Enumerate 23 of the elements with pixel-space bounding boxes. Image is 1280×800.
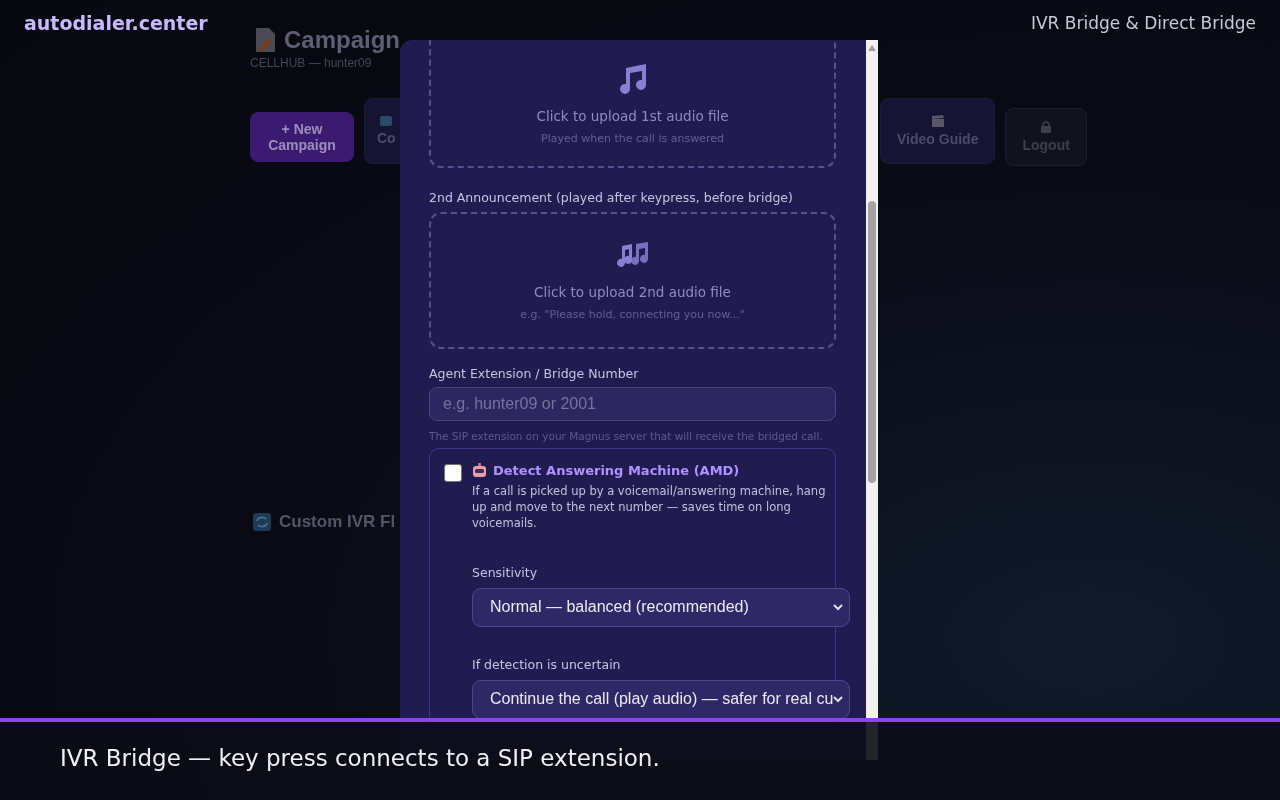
upload-title: Click to upload 1st audio file bbox=[536, 108, 729, 125]
section-title: Custom IVR Fl bbox=[279, 512, 396, 532]
brand-name: autodialer.center bbox=[24, 12, 208, 34]
field-label: If detection is uncertain bbox=[472, 657, 622, 672]
caption-text: IVR Bridge — key press connects to a SIP extension. bbox=[60, 745, 660, 771]
account-subtitle: CELLHUB — hunter09 bbox=[250, 56, 373, 70]
upload-hint: Played when the call is answered bbox=[541, 132, 724, 146]
video-topic: IVR Bridge & Direct Bridge bbox=[1030, 13, 1256, 33]
upload-title: Click to upload 2nd audio file bbox=[534, 283, 731, 300]
amd-title: Detect Answering Machine (AMD) bbox=[493, 463, 740, 478]
page-title: Campaign bbox=[284, 26, 400, 54]
field-label: Agent Extension / Bridge Number bbox=[429, 365, 640, 381]
amd-description: If a call is picked up by a voicemail/answering machine, hang up and move to the next number — saves time on long voicemails. bbox=[472, 483, 827, 531]
field-label: Sensitivity bbox=[472, 565, 539, 580]
extension-input[interactable]: e.g. hunter09 or 2001 bbox=[429, 386, 836, 421]
dropdown-select[interactable]: Normal — balanced (recommended) bbox=[472, 588, 851, 627]
dropdown-select[interactable]: Continue the call (play audio) — safer for real cu bbox=[472, 680, 851, 719]
upload-hint: e.g. "Please hold, connecting you now..." bbox=[520, 307, 745, 321]
new-campaign-button[interactable]: + New Campaign bbox=[250, 112, 354, 162]
field-label: 2nd Announcement (played after keypress, before bridge) bbox=[429, 189, 794, 205]
upload-dropzone[interactable]: Click to upload 2nd audio file e.g. "Please hold, connecting you now..." bbox=[429, 211, 836, 349]
upload-dropzone[interactable]: Click to upload 1st audio file Played when the call is answered bbox=[429, 40, 836, 168]
help-text: The SIP extension on your Magnus server that will receive the bridged call. bbox=[429, 430, 824, 442]
